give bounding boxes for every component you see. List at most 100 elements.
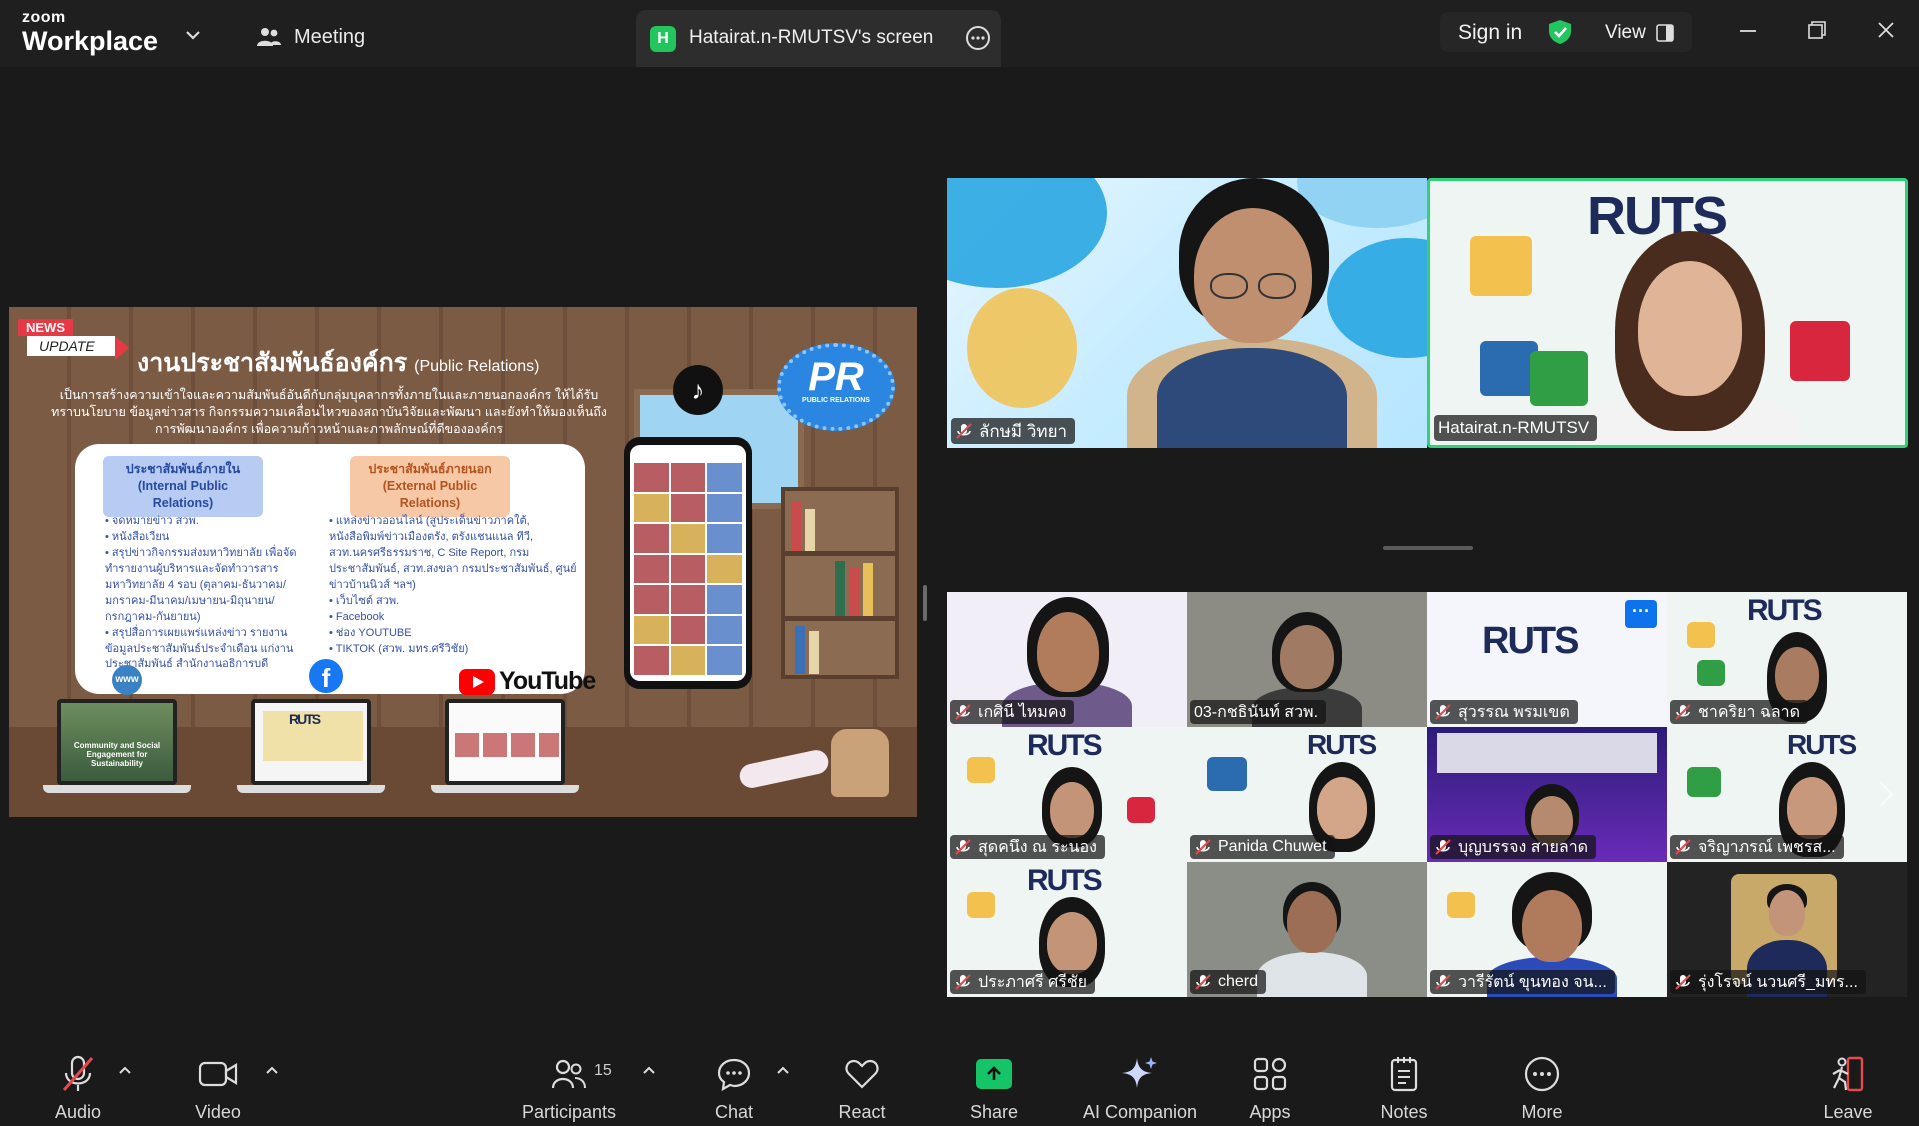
video-tile-speaker-1[interactable]: ลักษมี วิทยา bbox=[947, 178, 1427, 448]
laptop-illustration-1: Community and Social Engagement for Sust… bbox=[43, 699, 191, 799]
apps-label: Apps bbox=[1249, 1102, 1291, 1122]
participant-name: วารีรัตน์ ขุนทอง จน... bbox=[1458, 973, 1607, 991]
participant-name: ลักษมี วิทยา bbox=[979, 421, 1068, 441]
video-options-chevron-icon[interactable] bbox=[264, 1062, 280, 1078]
more-button[interactable]: More bbox=[1508, 1052, 1576, 1123]
youtube-play-icon bbox=[459, 668, 495, 695]
internal-pr-heading-th: ประชาสัมพันธ์ภายใน bbox=[125, 462, 241, 476]
sign-in-button[interactable]: Sign in bbox=[1458, 21, 1522, 45]
participant-name: Hatairat.n-RMUTSV bbox=[1438, 418, 1590, 437]
split-view-handle[interactable] bbox=[923, 585, 927, 621]
zoom-workplace-logo[interactable]: zoom Workplace bbox=[22, 10, 158, 55]
pr-bubble: PR PUBLIC RELATIONS bbox=[777, 343, 895, 431]
participants-label: Participants bbox=[521, 1102, 617, 1122]
participant-name: cherd bbox=[1218, 973, 1259, 990]
meeting-label: Meeting bbox=[294, 25, 366, 48]
notes-button[interactable]: Notes bbox=[1370, 1052, 1438, 1123]
more-options-icon[interactable] bbox=[965, 25, 991, 51]
shared-screen-tab[interactable]: H Hatairat.n-RMUTSV's screen bbox=[636, 10, 1001, 67]
facebook-icon: f bbox=[309, 659, 343, 693]
minimize-icon[interactable] bbox=[1730, 16, 1766, 46]
external-pr-list: แหล่งข่าวออนไลน์ (สูประเด็นข่าวภาคใต้, ห… bbox=[329, 514, 579, 657]
participant-name: สุดคนึง ณ ระนอง bbox=[978, 838, 1097, 856]
pr-board: ประชาสัมพันธ์ภายใน (Internal Public Rela… bbox=[75, 444, 585, 694]
participant-name-bar: รุ่งโรจน์ นวนศรี_มทร... bbox=[1670, 970, 1866, 994]
audio-button[interactable]: Audio bbox=[44, 1052, 112, 1123]
participant-name: Panida Chuwet bbox=[1218, 838, 1327, 855]
puzzle-piece bbox=[1470, 236, 1532, 296]
mic-off-icon bbox=[1675, 974, 1691, 990]
view-button[interactable]: View bbox=[1605, 22, 1674, 44]
participant-name-bar: เกศินี ไหมคง bbox=[950, 700, 1075, 724]
laptop-caption: Community and Social Engagement for Sust… bbox=[73, 741, 161, 768]
notes-label: Notes bbox=[1380, 1102, 1428, 1122]
chat-options-chevron-icon[interactable] bbox=[775, 1062, 791, 1078]
participant-video bbox=[1580, 221, 1800, 445]
bookshelf-illustration bbox=[781, 487, 899, 679]
gallery-next-page-icon[interactable] bbox=[1872, 776, 1900, 812]
news-tag: NEWS bbox=[18, 319, 73, 336]
mic-off-icon bbox=[955, 704, 971, 720]
heart-icon bbox=[845, 1059, 879, 1089]
leave-label: Leave bbox=[1823, 1102, 1873, 1122]
chevron-down-icon[interactable] bbox=[182, 24, 204, 46]
gallery-tile[interactable]: RUTS ประภาศรี ศรีชัย bbox=[947, 862, 1187, 997]
external-pr-heading: ประชาสัมพันธ์ภายนอก (External Public Rel… bbox=[350, 456, 510, 517]
zoom-meeting-window: zoom Workplace Meeting H Hatairat.n-RMUT… bbox=[0, 0, 1919, 1126]
gallery-tile[interactable]: RUTS Panida Chuwet bbox=[1187, 727, 1427, 862]
gallery-tile[interactable]: 03-กชธินันท์ สวพ. bbox=[1187, 592, 1427, 727]
chat-button[interactable]: Chat bbox=[700, 1052, 768, 1123]
gallery-tile[interactable]: เกศินี ไหมคง bbox=[947, 592, 1187, 727]
internal-pr-list: จดหมายข่าว สวพ. หนังสือเวียน สรุปข่าวกิจ… bbox=[105, 514, 305, 673]
participants-icon bbox=[257, 28, 281, 46]
background-blob bbox=[947, 178, 1107, 288]
gallery-tile[interactable]: RUTS ··· สุวรรณ พรมเขต bbox=[1427, 592, 1667, 727]
participant-name-bar: ชาคริยา ฉลาด bbox=[1670, 700, 1809, 724]
gallery-tile[interactable]: RUTS สุดคนึง ณ ระนอง bbox=[947, 727, 1187, 862]
brand-small: zoom bbox=[22, 9, 66, 26]
update-tag: UPDATE bbox=[27, 336, 129, 360]
mic-off-icon bbox=[1435, 704, 1451, 720]
react-button[interactable]: React bbox=[828, 1052, 896, 1123]
video-button[interactable]: Video bbox=[184, 1052, 252, 1123]
restore-icon[interactable] bbox=[1798, 16, 1834, 46]
apps-icon bbox=[1253, 1057, 1287, 1091]
youtube-logo: YouTube bbox=[459, 667, 596, 696]
chat-label: Chat bbox=[714, 1102, 754, 1122]
title-bar: zoom Workplace Meeting H Hatairat.n-RMUT… bbox=[0, 0, 1919, 67]
ai-companion-button[interactable]: AI Companion bbox=[1076, 1052, 1204, 1123]
gallery-tile[interactable]: RUTS จริญาภรณ์ เพชรส... bbox=[1667, 727, 1907, 862]
gallery-tile[interactable]: บุญบรรจง สายลาด bbox=[1427, 727, 1667, 862]
close-icon[interactable] bbox=[1868, 16, 1904, 46]
gallery-tile[interactable]: วารีรัตน์ ขุนทอง จน... bbox=[1427, 862, 1667, 997]
gallery-tile[interactable]: RUTS ชาคริยา ฉลาด bbox=[1667, 592, 1907, 727]
share-button[interactable]: Share bbox=[960, 1052, 1028, 1123]
participant-name-bar: Panida Chuwet bbox=[1190, 835, 1335, 859]
tab-label: Hatairat.n-RMUTSV's screen bbox=[689, 27, 934, 48]
top-right-controls: Sign in View bbox=[1440, 12, 1692, 52]
panel-resize-handle[interactable] bbox=[1383, 546, 1473, 550]
mic-off-icon bbox=[955, 974, 971, 990]
phone-illustration bbox=[624, 437, 752, 689]
list-item: หนังสือเวียน bbox=[105, 530, 305, 546]
ruts-logo: RUTS bbox=[1027, 729, 1103, 763]
participant-name-bar: วารีรัตน์ ขุนทอง จน... bbox=[1430, 970, 1615, 994]
participants-button[interactable]: 15 Participants bbox=[518, 1052, 620, 1123]
list-item: จดหมายข่าว สวพ. bbox=[105, 514, 305, 530]
gallery-tile[interactable]: cherd bbox=[1187, 862, 1427, 997]
external-pr-heading-th: ประชาสัมพันธ์ภายนอก bbox=[368, 462, 492, 476]
backpack-illustration bbox=[829, 727, 891, 799]
audio-options-chevron-icon[interactable] bbox=[117, 1062, 133, 1078]
gallery-tile[interactable]: รุ่งโรจน์ นวนศรี_มทร... bbox=[1667, 862, 1907, 997]
apps-button[interactable]: Apps bbox=[1236, 1052, 1304, 1123]
ruts-logo: RUTS bbox=[1482, 620, 1579, 663]
tile-more-options-button[interactable]: ··· bbox=[1625, 600, 1657, 628]
video-tile-active-speaker[interactable]: RUTS Hatairat.n-RMUTSV bbox=[1427, 178, 1908, 448]
shield-check-icon[interactable] bbox=[1546, 18, 1574, 46]
mic-off-icon bbox=[1195, 974, 1211, 990]
meeting-menu[interactable]: Meeting bbox=[256, 20, 365, 54]
participants-options-chevron-icon[interactable] bbox=[641, 1062, 657, 1078]
youtube-text: YouTube bbox=[499, 667, 596, 695]
leave-button[interactable]: Leave bbox=[1814, 1052, 1882, 1123]
shared-screen[interactable]: NEWS UPDATE งานประชาสัมพันธ์องค์กร (Publ… bbox=[9, 307, 917, 817]
